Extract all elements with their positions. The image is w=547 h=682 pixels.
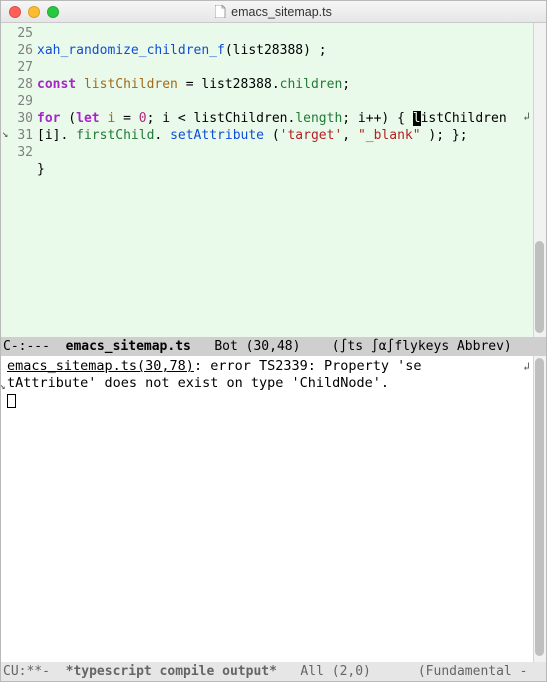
wrap-glyph-right-icon: ↲ — [523, 358, 530, 375]
output-line: ↘tAttribute' does not exist on type 'Chi… — [7, 375, 544, 392]
line-number: 27 — [1, 59, 33, 76]
modeline-modes: (Fundamental - — [418, 664, 528, 679]
code-line: } — [37, 161, 532, 178]
frame: 25 26 27 28 29 30 31 32 ↘ xah_randomize_… — [1, 23, 546, 681]
modeline-status: CU:**- — [3, 664, 66, 679]
window-title: emacs_sitemap.ts — [1, 5, 546, 19]
output-line: emacs_sitemap.ts(30,78): error TS2339: P… — [7, 358, 544, 375]
code-line: const listChildren = list28388.children; — [37, 76, 532, 93]
code-content[interactable]: xah_randomize_children_f(list28388) ; co… — [37, 25, 532, 178]
line-number: 26 — [1, 42, 33, 59]
window-titlebar: emacs_sitemap.ts — [1, 1, 546, 23]
code-line — [37, 25, 532, 42]
modeline-buffer-name: emacs_sitemap.ts — [66, 339, 191, 354]
output-cursor-line — [7, 392, 544, 409]
scrollbar-thumb[interactable] — [535, 241, 544, 333]
code-line — [37, 59, 532, 76]
code-line: xah_randomize_children_f(list28388) ; — [37, 42, 532, 59]
line-number: 32 — [1, 144, 33, 161]
scrollbar[interactable] — [533, 23, 546, 337]
line-number: 30 — [1, 110, 33, 127]
code-line-wrapped: [i]. firstChild. setAttribute ('target',… — [37, 127, 532, 144]
code-line: for (let i = 0; i < listChildren.length;… — [37, 110, 532, 127]
line-number: 25 — [1, 25, 33, 42]
code-line — [37, 144, 532, 161]
wrap-glyph-left-icon: ↘ — [1, 127, 9, 140]
modeline-position: All (2,0) — [277, 664, 418, 679]
scrollbar[interactable] — [533, 356, 546, 662]
modeline-position: Bot (30,48) — [191, 339, 332, 354]
error-location[interactable]: emacs_sitemap.ts(30,78) — [7, 358, 194, 374]
modeline-modes: (∫ts ∫α∫flykeys Abbrev) — [332, 339, 512, 354]
code-editor-pane[interactable]: 25 26 27 28 29 30 31 32 ↘ xah_randomize_… — [1, 23, 546, 337]
code-line — [37, 93, 532, 110]
modeline-top[interactable]: C-:--- emacs_sitemap.ts Bot (30,48) (∫ts… — [1, 337, 546, 356]
line-number: 29 — [1, 93, 33, 110]
text-cursor: l — [413, 111, 421, 126]
document-icon — [215, 5, 226, 18]
wrap-glyph-left-icon: ↘ — [1, 377, 6, 394]
modeline-buffer-name: *typescript compile output* — [66, 664, 277, 679]
wrap-glyph-right-icon: ↲ — [523, 110, 530, 123]
line-number: 28 — [1, 76, 33, 93]
scrollbar-thumb[interactable] — [535, 358, 544, 656]
modeline-bottom[interactable]: CU:**- *typescript compile output* All (… — [1, 662, 546, 681]
title-text: emacs_sitemap.ts — [231, 5, 332, 19]
output-pane[interactable]: emacs_sitemap.ts(30,78): error TS2339: P… — [1, 356, 546, 662]
modeline-status: C-:--- — [3, 339, 66, 354]
block-cursor-icon — [7, 394, 16, 408]
compile-output: emacs_sitemap.ts(30,78): error TS2339: P… — [1, 356, 546, 411]
line-number-gutter: 25 26 27 28 29 30 31 32 — [1, 23, 37, 337]
